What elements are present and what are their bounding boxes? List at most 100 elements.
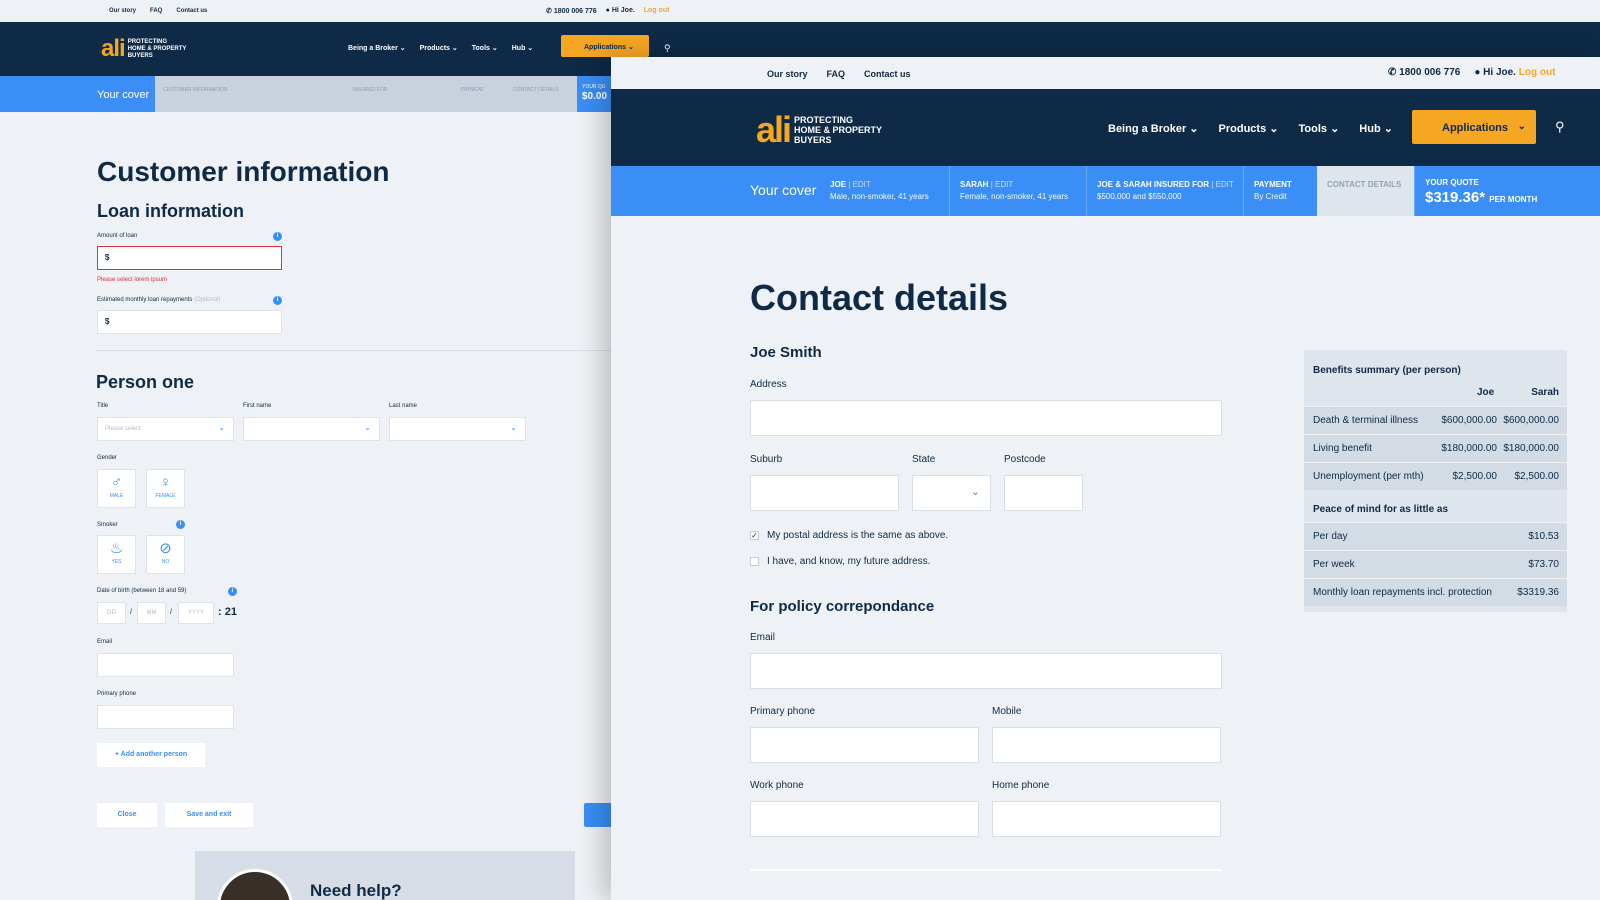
suburb-input[interactable] xyxy=(750,475,899,511)
utility-bar: Our story FAQ Contact us ✆ 1800 006 776 … xyxy=(0,0,1600,22)
future-address-checkbox[interactable]: I have, and know, my future address. xyxy=(750,556,930,567)
dob-separator: / xyxy=(170,609,172,616)
nav-tools[interactable]: Tools ⌄ xyxy=(472,44,498,52)
quote-box: YOUR QUOTE $319.36* PER MONTH xyxy=(1414,166,1600,216)
add-person-button[interactable]: + Add another person xyxy=(97,743,205,767)
info-icon[interactable]: i xyxy=(273,232,282,241)
postcode-label: Postcode xyxy=(1004,454,1046,465)
nav-hub[interactable]: Hub ⌄ xyxy=(512,44,533,52)
smoker-no-option[interactable]: ⊘ NO xyxy=(146,535,185,574)
logout-link[interactable]: Log out xyxy=(644,7,670,15)
avatar xyxy=(217,869,293,900)
summary-row: Death & terminal illness $600,000.00 $600,… xyxy=(1304,406,1567,434)
title-label: Title xyxy=(97,403,109,409)
smoker-yes-option[interactable]: ♨ YES xyxy=(97,535,136,574)
smoking-icon: ♨ xyxy=(109,540,124,557)
ali-logo[interactable]: ali PROTECTING HOME & PROPERTY BUYERS xyxy=(756,112,882,148)
info-icon[interactable]: i xyxy=(176,520,185,529)
contact-details-screen: Our story FAQ Contact us ✆ 1800 006 776 … xyxy=(611,57,1600,900)
divider xyxy=(750,869,1222,871)
progress-bar: Your cover JOE | EDIT Male, non-smoker, … xyxy=(611,166,1600,216)
state-select[interactable]: ⌄ xyxy=(912,475,991,511)
email-input[interactable] xyxy=(750,653,1222,689)
gender-male-option[interactable]: ♂ MALE xyxy=(97,469,136,508)
title-select[interactable]: Please select ⌄ xyxy=(97,417,234,441)
peace-row: Per week $73.70 xyxy=(1304,550,1567,578)
dob-label: Date of birth (between 18 and 59) xyxy=(97,588,187,594)
info-icon[interactable]: i xyxy=(228,587,237,596)
phone-label: Primary phone xyxy=(97,691,137,697)
postcode-input[interactable] xyxy=(1004,475,1083,511)
nav-being-a-broker[interactable]: Being a Broker ⌄ xyxy=(1108,122,1199,135)
email-input[interactable] xyxy=(97,653,234,677)
step-joe[interactable]: JOE | EDIT Male, non-smoker, 41 years xyxy=(820,166,949,216)
dob-month-input[interactable]: MM xyxy=(137,602,166,624)
work-phone-input[interactable] xyxy=(750,801,979,837)
col-joe: Joe xyxy=(1476,387,1495,398)
save-and-exit-button[interactable]: Save and exit xyxy=(165,803,253,827)
address-input[interactable] xyxy=(750,400,1222,436)
user-icon: ● xyxy=(1474,67,1484,78)
step-insured-for[interactable]: INSURED FOR xyxy=(353,87,387,93)
main-nav: ali PROTECTING HOME & PROPERTY BUYERS Bein… xyxy=(611,89,1600,166)
applications-button[interactable]: Applications ⌄ xyxy=(1412,110,1536,144)
close-button[interactable]: Close xyxy=(97,803,157,827)
amount-input[interactable]: $ xyxy=(97,246,282,270)
search-icon[interactable]: ⚲ xyxy=(1555,119,1565,135)
dob-separator: / xyxy=(130,609,132,616)
our-story-link[interactable]: Our story xyxy=(109,8,136,14)
nav-being-a-broker[interactable]: Being a Broker ⌄ xyxy=(348,44,406,52)
logo-mark: ali xyxy=(756,109,792,150)
policy-heading: For policy correpondance xyxy=(750,598,935,615)
user-greeting: ● Hi Joe. Log out xyxy=(1474,67,1556,78)
monthly-label: Estimated monthly loan repayments (Optio… xyxy=(97,297,221,303)
step-sarah[interactable]: SARAH | EDIT Female, non-smoker, 41 year… xyxy=(949,166,1086,216)
step-customer-information[interactable]: CUSTOMER INFORMATION xyxy=(163,87,228,93)
nav-tools[interactable]: Tools ⌄ xyxy=(1299,122,1340,135)
search-icon[interactable]: ⚲ xyxy=(664,43,671,54)
amount-label: Amount of loan xyxy=(97,233,138,239)
nav-hub[interactable]: Hub ⌄ xyxy=(1359,122,1393,135)
step-payment[interactable]: PAYMENT xyxy=(461,87,484,93)
step-contact-details[interactable]: CONTACT DETAILS xyxy=(513,87,559,93)
our-story-link[interactable]: Our story xyxy=(767,69,808,79)
nav-products[interactable]: Products ⌄ xyxy=(420,44,458,52)
email-label: Email xyxy=(97,639,113,645)
gender-female-option[interactable]: ♀ FEMALE xyxy=(146,469,185,508)
ali-logo[interactable]: ali PROTECTING HOME & PROPERTY BUYERS xyxy=(101,37,186,61)
quote-value: $319.36* xyxy=(1425,189,1486,206)
checkbox-unchecked[interactable] xyxy=(750,557,759,566)
home-phone-input[interactable] xyxy=(992,801,1221,837)
info-icon[interactable]: i xyxy=(273,296,282,305)
dob-year-input[interactable]: YYYY xyxy=(178,602,214,624)
page-title: Customer information xyxy=(97,156,390,187)
chevron-down-icon: ⌄ xyxy=(218,423,225,432)
applications-button[interactable]: Applications ⌄ xyxy=(561,35,649,57)
faq-link[interactable]: FAQ xyxy=(150,8,162,14)
logout-link[interactable]: Log out xyxy=(1519,67,1556,78)
primary-phone-label: Primary phone xyxy=(750,706,816,717)
last-name-input[interactable]: ⌄ xyxy=(389,417,526,441)
monthly-input[interactable]: $ xyxy=(97,310,282,334)
help-panel: Need help? xyxy=(195,851,575,900)
page-title: Contact details xyxy=(750,277,1009,318)
faq-link[interactable]: FAQ xyxy=(827,69,846,79)
checkbox-checked[interactable]: ✓ xyxy=(750,531,759,540)
step-payment[interactable]: PAYMENT By Credit xyxy=(1243,166,1317,216)
logo-text: PROTECTING HOME & PROPERTY BUYERS xyxy=(127,38,187,59)
mobile-input[interactable] xyxy=(992,727,1221,763)
contact-us-link[interactable]: Contact us xyxy=(176,8,207,14)
dob-day-input[interactable]: DD xyxy=(97,602,126,624)
gender-label: Gender xyxy=(97,455,118,461)
primary-phone-input[interactable] xyxy=(750,727,979,763)
phone-number[interactable]: ✆ 1800 006 776 xyxy=(1388,67,1460,78)
work-phone-label: Work phone xyxy=(750,780,804,791)
nav-products[interactable]: Products ⌄ xyxy=(1219,122,1279,135)
continue-button[interactable] xyxy=(584,803,614,827)
step-insured-for[interactable]: JOE & SARAH INSURED FOR | EDIT $500,000 … xyxy=(1086,166,1243,216)
first-name-input[interactable]: ⌄ xyxy=(243,417,380,441)
phone-input[interactable] xyxy=(97,705,234,729)
contact-us-link[interactable]: Contact us xyxy=(864,69,911,79)
postal-same-checkbox[interactable]: ✓ My postal address is the same as above. xyxy=(750,530,948,541)
phone-number[interactable]: ✆ 1800 006 776 xyxy=(546,7,597,15)
